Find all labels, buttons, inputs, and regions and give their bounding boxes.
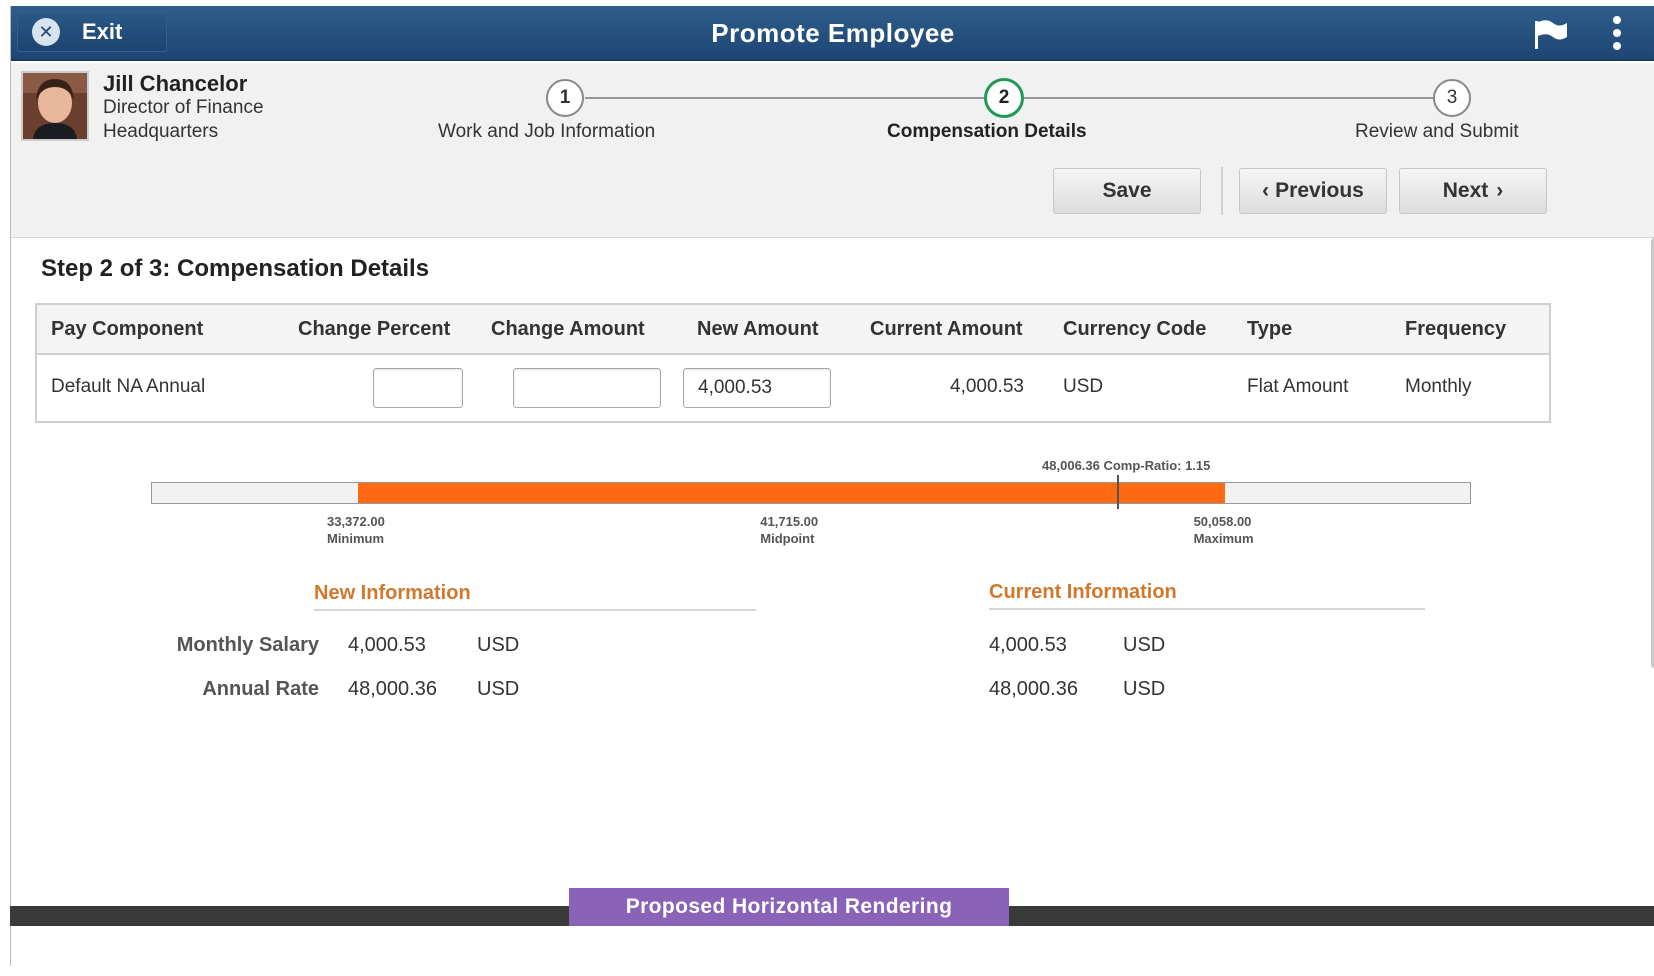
step-3-indicator[interactable]: 3	[1433, 79, 1471, 117]
range-max-value: 50,058.00	[1193, 514, 1252, 529]
annual-rate-label: Annual Rate	[202, 678, 319, 700]
comp-ratio-label: 48,006.36 Comp-Ratio: 1.15	[1042, 458, 1211, 473]
vertical-dots-icon[interactable]	[1607, 14, 1627, 52]
change-amount-input[interactable]	[513, 368, 661, 408]
new-monthly-salary-currency: USD	[477, 634, 520, 656]
range-min-value: 33,372.00	[326, 514, 385, 529]
chevron-right-icon: ›	[1496, 179, 1504, 202]
current-amount-cell: 4,000.53	[950, 376, 1024, 397]
step-2-indicator[interactable]: 2	[984, 78, 1024, 118]
column-header: Type	[1247, 318, 1293, 340]
page-title: Promote Employee	[711, 18, 955, 48]
save-button[interactable]: Save	[1053, 168, 1201, 214]
employee-name: Jill Chancelor	[103, 71, 248, 96]
section-heading: Step 2 of 3: Compensation Details	[41, 255, 430, 282]
column-header: Change Percent	[298, 318, 451, 340]
employee-title: Director of Finance	[103, 97, 264, 118]
new-amount-input[interactable]	[683, 368, 831, 408]
column-header: Frequency	[1405, 318, 1507, 340]
save-label: Save	[1102, 179, 1152, 202]
chevron-left-icon: ‹	[1262, 179, 1270, 202]
title-bar: ✕ Exit Promote Employee	[11, 6, 1654, 61]
currency-code-cell: USD	[1063, 376, 1104, 397]
new-annual-rate-value: 48,000.36	[348, 678, 437, 700]
new-monthly-salary-value: 4,000.53	[348, 634, 426, 656]
salary-range-fill	[357, 483, 1225, 503]
divider	[989, 608, 1425, 610]
pay-component-cell: Default NA Annual	[51, 376, 206, 397]
previous-button[interactable]: ‹ Previous	[1239, 168, 1387, 214]
flag-icon[interactable]	[1531, 18, 1571, 50]
new-annual-rate-currency: USD	[477, 678, 520, 700]
step-connector	[585, 97, 985, 99]
previous-label: Previous	[1275, 179, 1364, 202]
step-connector	[1023, 97, 1443, 99]
current-monthly-salary-value: 4,000.53	[989, 634, 1067, 656]
header-panel: Jill Chancelor Director of Finance Headq…	[11, 63, 1654, 238]
avatar	[21, 71, 89, 141]
frequency-cell: Monthly	[1405, 376, 1472, 397]
current-annual-rate-value: 48,000.36	[989, 678, 1078, 700]
change-percent-input[interactable]	[373, 368, 463, 408]
current-annual-rate-currency: USD	[1123, 678, 1166, 700]
current-salary-marker	[1117, 475, 1120, 509]
employee-location: Headquarters	[103, 121, 219, 142]
new-information-title: New Information	[314, 582, 471, 604]
range-mid-value: 41,715.00	[760, 514, 819, 529]
salary-range-bar	[151, 475, 1471, 509]
range-max-label: Maximum	[1193, 531, 1254, 546]
current-information-title: Current Information	[989, 581, 1177, 603]
column-header: Pay Component	[51, 318, 204, 340]
step-1-label[interactable]: Work and Job Information	[438, 121, 655, 143]
step-1-indicator[interactable]: 1	[546, 79, 584, 117]
column-header: New Amount	[697, 318, 819, 340]
column-header: Current Amount	[870, 318, 1023, 340]
step-2-label[interactable]: Compensation Details	[887, 121, 1087, 143]
employee-photo	[23, 73, 87, 139]
column-header: Currency Code	[1063, 318, 1207, 340]
grid-header: Pay Component Change Percent Change Amou…	[37, 305, 1549, 355]
step-3-label[interactable]: Review and Submit	[1355, 121, 1519, 143]
range-min-label: Minimum	[326, 531, 385, 546]
divider	[314, 609, 756, 611]
current-monthly-salary-currency: USD	[1123, 634, 1166, 656]
compensation-grid: Pay Component Change Percent Change Amou…	[35, 303, 1551, 423]
column-header: Change Amount	[491, 318, 645, 340]
next-button[interactable]: Next ›	[1399, 168, 1547, 214]
range-mid-label: Midpoint	[760, 531, 815, 546]
type-cell: Flat Amount	[1247, 376, 1349, 397]
rendering-label-tab: Proposed Horizontal Rendering	[569, 888, 1009, 926]
button-separator	[1221, 167, 1223, 215]
app-window: ✕ Exit Promote Employee Jill Chancelor D…	[10, 6, 1654, 966]
monthly-salary-label: Monthly Salary	[176, 634, 319, 656]
next-label: Next	[1442, 179, 1489, 202]
